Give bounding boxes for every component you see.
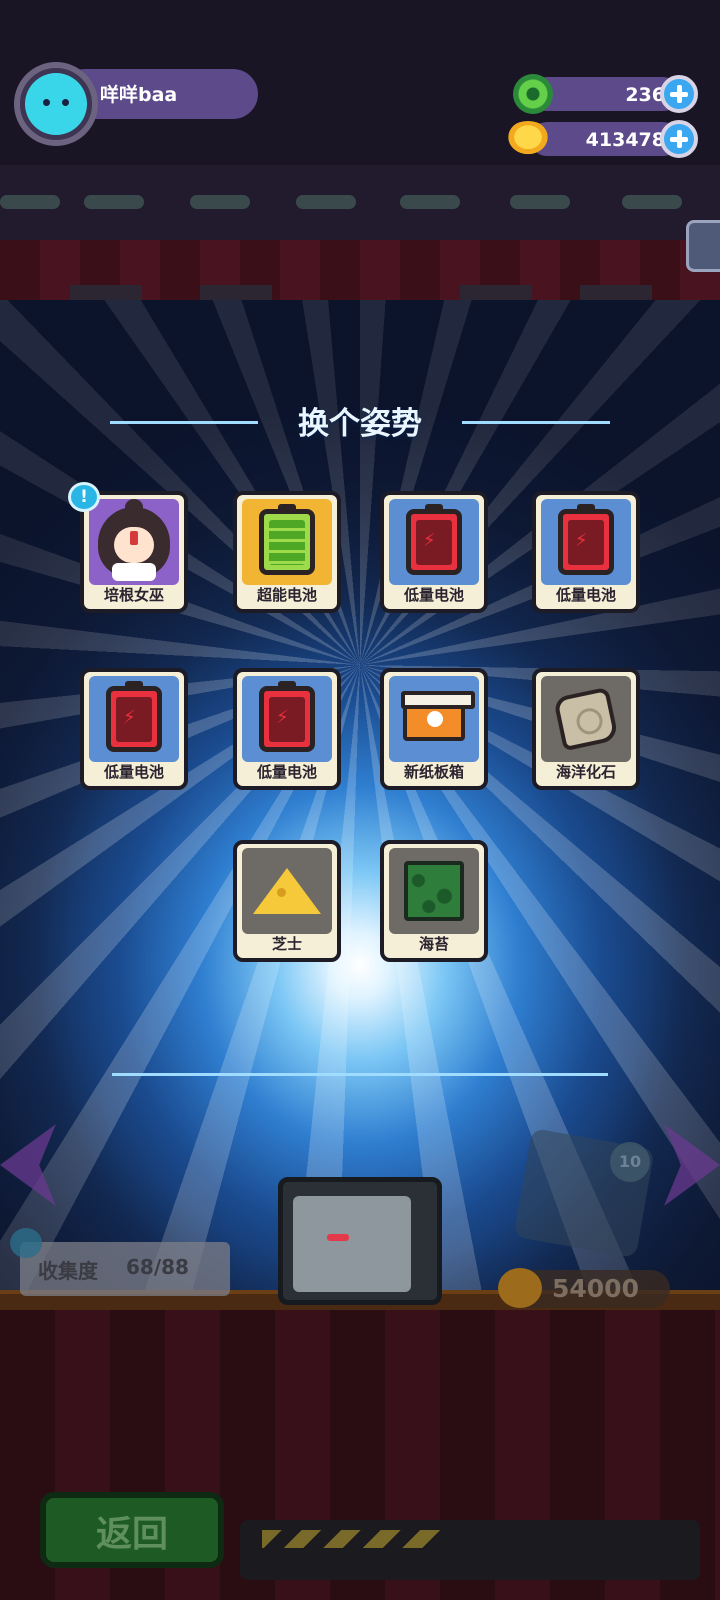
add-coin-button[interactable] (660, 120, 698, 158)
stage-light (400, 195, 460, 209)
reward-item[interactable]: ⚡ 低量电池 (80, 668, 188, 790)
red-battery-icon: ⚡ (106, 681, 162, 752)
cat-avatar-icon (25, 73, 87, 135)
item-thumb (89, 499, 179, 585)
red-battery-icon: ⚡ (259, 681, 315, 752)
item-label: 超能电池 (256, 586, 317, 604)
item-label: 低量电池 (103, 763, 164, 781)
coin-currency-value: 413478 (585, 129, 665, 151)
stage-light (622, 195, 682, 209)
stage-light (296, 195, 356, 209)
seaweed-icon (404, 861, 464, 921)
side-menu-tab[interactable] (686, 220, 720, 272)
info-icon (10, 1228, 42, 1258)
red-battery-icon: ⚡ (558, 504, 614, 575)
item-label: 海苔 (418, 935, 449, 953)
stage-light (190, 195, 250, 209)
popup-title: 换个姿势 (298, 406, 422, 442)
item-label: 低量电池 (256, 763, 317, 781)
add-donut-button[interactable] (660, 75, 698, 113)
stage-light (510, 195, 570, 209)
popup-bottom-divider (112, 1073, 608, 1076)
hazard-stripe (262, 1530, 442, 1548)
price-value: 54000 (552, 1274, 639, 1303)
stage-light (0, 195, 60, 209)
green-donut-coin-icon (513, 74, 553, 114)
player-name: 咩咩baa (100, 84, 178, 106)
item-label: 海洋化石 (555, 763, 616, 781)
reward-item[interactable]: ⚡ 低量电池 (380, 491, 488, 613)
item-label: 培根女巫 (103, 586, 164, 604)
stage-light-rail (0, 165, 720, 240)
item-label: 低量电池 (403, 586, 464, 604)
green-battery-icon (259, 504, 315, 575)
item-thumb: ⚡ (242, 676, 332, 762)
machine-count-badge: 10 (610, 1142, 650, 1182)
item-thumb (541, 676, 631, 762)
reward-item[interactable]: 海洋化石 (532, 668, 640, 790)
fossil-icon (552, 686, 620, 752)
title-divider-right (462, 421, 610, 424)
back-button-label: 返回 (95, 1514, 168, 1555)
collection-label: 收集度 (38, 1259, 98, 1283)
gold-planet-coin-icon (498, 1268, 542, 1308)
gold-planet-coin-icon (505, 121, 551, 157)
item-label: 新纸板箱 (403, 763, 464, 781)
reward-item[interactable]: ⚡ 低量电池 (233, 668, 341, 790)
cheese-icon (253, 868, 321, 914)
reward-item[interactable]: 超能电池 (233, 491, 341, 613)
item-thumb (242, 499, 332, 585)
witch-character-icon (92, 499, 176, 583)
reward-item[interactable]: 培根女巫 (80, 491, 188, 613)
bottom-tray (240, 1520, 700, 1580)
item-label: 低量电池 (555, 586, 616, 604)
item-thumb (389, 676, 479, 762)
reward-item[interactable]: 新纸板箱 (380, 668, 488, 790)
player-avatar[interactable] (14, 62, 98, 146)
reward-item[interactable]: 芝士 (233, 840, 341, 962)
reward-item[interactable]: 海苔 (380, 840, 488, 962)
stage-light (84, 195, 144, 209)
item-thumb (242, 848, 332, 934)
item-thumb (389, 848, 479, 934)
red-battery-icon: ⚡ (406, 504, 462, 575)
item-label: 芝士 (271, 935, 302, 953)
gacha-machine (278, 1177, 442, 1305)
reward-item[interactable]: ⚡ 低量电池 (532, 491, 640, 613)
item-thumb: ⚡ (389, 499, 479, 585)
collection-value: 68/88 (126, 1255, 189, 1279)
new-badge-icon: ! (68, 482, 100, 512)
item-thumb: ⚡ (89, 676, 179, 762)
item-thumb: ⚡ (541, 499, 631, 585)
cardboard-box-icon (401, 691, 475, 741)
title-divider-left (110, 421, 258, 424)
